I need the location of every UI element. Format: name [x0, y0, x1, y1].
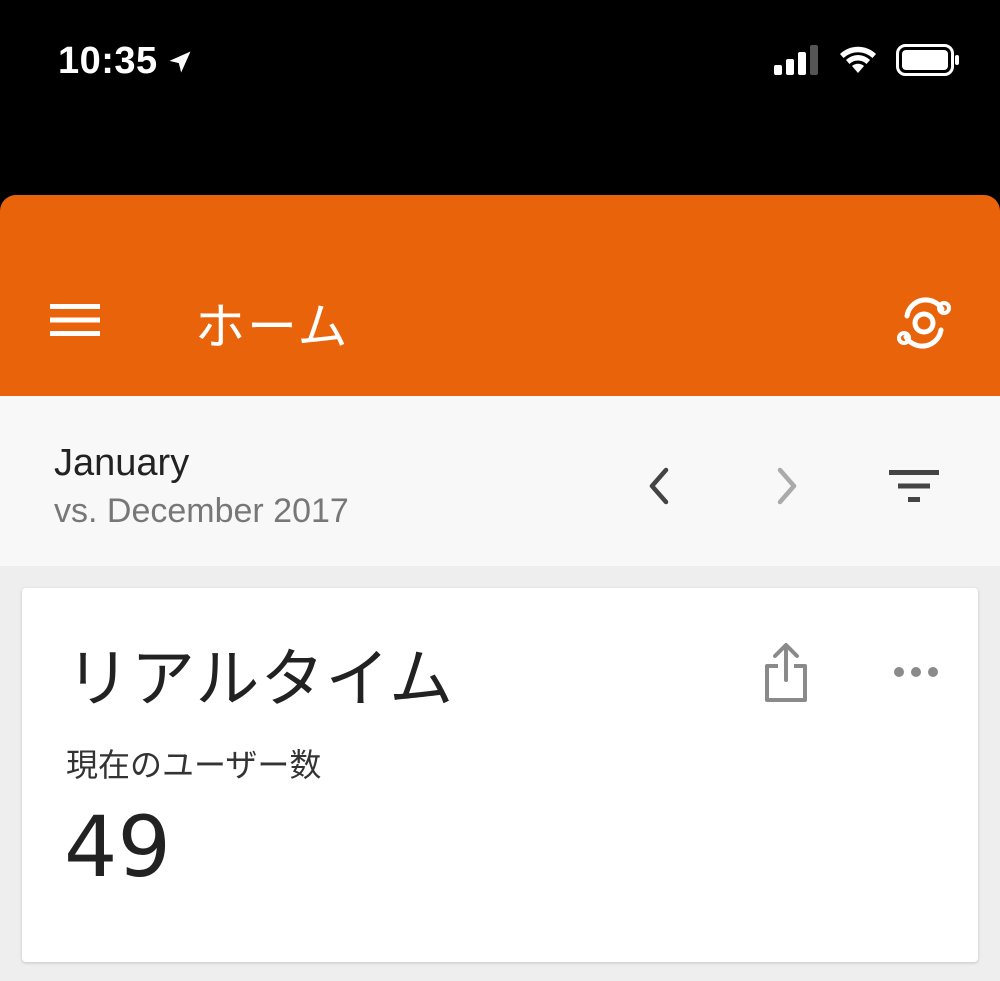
- intelligence-button[interactable]: [892, 291, 956, 355]
- card-title: リアルタイム: [66, 643, 455, 717]
- more-horizontal-icon: [894, 667, 938, 677]
- share-icon: [765, 643, 807, 702]
- menu-button[interactable]: [46, 295, 104, 345]
- date-range-bar: January vs. December 2017: [0, 396, 1000, 566]
- status-bar: 10:35: [0, 0, 1000, 195]
- date-range-comparison[interactable]: vs. December 2017: [54, 492, 349, 531]
- realtime-card[interactable]: リアルタイム 現在のユーザー数 49: [22, 588, 978, 962]
- location-arrow-icon: [169, 51, 191, 72]
- status-time: 10:35: [58, 40, 158, 82]
- next-period-button[interactable]: [760, 458, 816, 514]
- metric-value: 49: [64, 798, 171, 896]
- status-time-container: 10:35: [58, 40, 194, 83]
- screen: 10:35 ホーム January vs. December 2017 リアルタ…: [0, 0, 1000, 981]
- status-icons: [774, 44, 960, 76]
- previous-period-button[interactable]: [630, 458, 686, 514]
- share-button[interactable]: [758, 638, 814, 708]
- content-area: リアルタイム 現在のユーザー数 49: [0, 566, 1000, 981]
- metric-label: 現在のユーザー数: [66, 746, 322, 784]
- app-bar: ホーム: [0, 195, 1000, 396]
- battery-icon: [896, 44, 959, 76]
- date-range-period[interactable]: January: [54, 442, 189, 485]
- filter-icon: [889, 470, 939, 502]
- page-title: ホーム: [195, 298, 350, 356]
- cellular-signal-icon: [774, 45, 818, 75]
- hamburger-menu-icon: [50, 304, 100, 336]
- chevron-right-icon: [777, 467, 797, 505]
- more-options-button[interactable]: [888, 652, 944, 692]
- filter-button[interactable]: [886, 458, 942, 514]
- intelligence-icon: [897, 297, 951, 349]
- wifi-icon: [840, 46, 876, 73]
- chevron-left-icon: [649, 467, 669, 505]
